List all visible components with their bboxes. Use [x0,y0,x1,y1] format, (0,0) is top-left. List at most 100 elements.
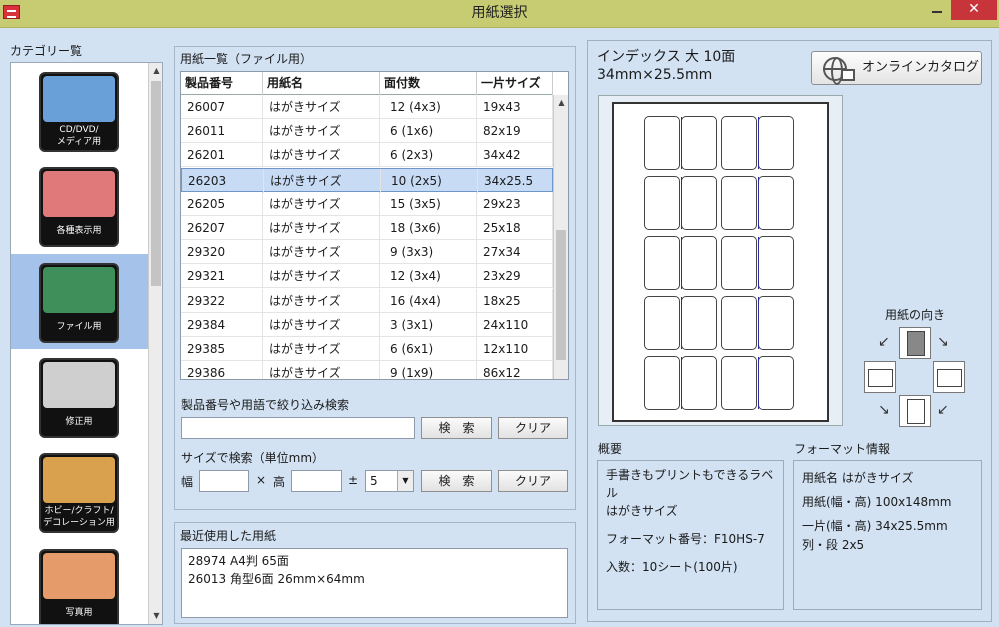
scroll-thumb[interactable] [151,81,161,286]
fold-line [758,177,759,229]
table-row[interactable]: 29386 はがきサイズ 9 (1x9) 86x12 [181,361,553,379]
category-thumbnail [43,76,115,122]
times-label: × [256,473,267,487]
table-row[interactable]: 29321 はがきサイズ 12 (3x4) 23x29 [181,264,553,289]
rotate-arrow-icon: ↙ [937,402,949,418]
label-cell [758,296,794,350]
table-cell: はがきサイズ [263,264,380,289]
orientation-portrait-button[interactable] [899,327,931,359]
fold-line [681,117,682,169]
column-header[interactable]: 一片サイズ [477,72,553,95]
page-icon [907,399,925,424]
category-label: ファイル用 [56,322,102,332]
plusminus-label: ± [348,473,359,487]
table-cell: 29321 [181,264,263,289]
filter-label: 製品番号や用語で絞り込み検索 [181,398,350,412]
category-label: 修正用 [65,417,93,427]
table-cell: 29322 [181,288,263,313]
table-row[interactable]: 26207 はがきサイズ 18 (3x6) 25x18 [181,216,553,240]
table-cell: 6 (6x1) [380,337,477,361]
category-label: CD/DVD/ メディア用 [56,125,102,147]
minimize-button[interactable] [924,0,950,22]
scroll-down-icon[interactable]: ▼ [149,608,162,624]
list-item[interactable]: 28974 A4判 65面 [188,552,561,570]
label-cell [644,176,680,230]
category-card: 写真用 [39,549,119,624]
category-thumbnail [43,362,115,408]
category-item[interactable]: ファイル用 [11,254,148,349]
table-cell: 27x34 [477,240,553,265]
fold-line [758,237,759,289]
category-thumbnail [43,553,115,599]
table-row[interactable]: 29385 はがきサイズ 6 (6x1) 12x110 [181,337,553,361]
table-cell: 9 (1x9) [380,361,477,379]
table-row[interactable]: 26011 はがきサイズ 6 (1x6) 82x19 [181,119,553,144]
orientation-left-button[interactable] [864,361,896,393]
category-label: 各種表示用 [56,226,102,236]
scroll-thumb[interactable] [556,230,566,360]
label-cell [721,116,757,170]
column-header[interactable]: 用紙名 [263,72,380,95]
recent-list: 28974 A4判 65面 26013 角型6面 26mm×64mm [181,548,568,618]
column-header[interactable]: 面付数 [380,72,477,95]
category-card: 修正用 [39,358,119,438]
category-item[interactable]: 各種表示用 [11,158,148,253]
fold-line [681,357,682,409]
table-scrollbar[interactable]: ▲ [553,95,568,379]
scroll-up-icon[interactable]: ▲ [554,95,568,111]
category-title: カテゴリー覧 [10,44,83,58]
table-cell: 26201 [181,143,263,168]
category-item[interactable]: 修正用 [11,349,148,444]
list-item[interactable]: 26013 角型6面 26mm×64mm [188,570,561,588]
size-search-button[interactable]: 検 索 [421,470,492,492]
table-row[interactable]: 26205 はがきサイズ 15 (3x5) 29x23 [181,191,553,216]
label-cell [721,176,757,230]
label-cell [758,356,794,410]
table-row[interactable]: 29322 はがきサイズ 16 (4x4) 18x25 [181,288,553,313]
table-row[interactable]: 26203 はがきサイズ 10 (2x5) 34x25.5 [181,167,554,193]
table-row[interactable]: 26201 はがきサイズ 6 (2x3) 34x42 [181,143,553,168]
orientation-upside-down-button[interactable] [899,395,931,427]
category-item[interactable]: ホビー/クラフト/ デコレーション用 [11,444,148,539]
tolerance-select[interactable]: 5 ▼ [365,470,414,492]
table-row[interactable]: 26007 はがきサイズ 12 (4x3) 19x43 [181,95,553,119]
orientation-right-button[interactable] [933,361,965,393]
close-button[interactable]: ✕ [951,0,997,20]
table-cell: 26007 [181,95,263,119]
width-label: 幅 [181,475,194,489]
category-item[interactable]: CD/DVD/ メディア用 [11,63,148,158]
filter-search-button[interactable]: 検 索 [421,417,492,439]
filter-input[interactable] [181,417,415,439]
filter-clear-button[interactable]: クリア [498,417,568,439]
category-label: 写真用 [65,608,93,618]
label-cell [681,236,717,290]
table-cell: 29x23 [477,191,553,216]
scroll-up-icon[interactable]: ▲ [149,63,162,79]
table-cell: はがきサイズ [263,312,380,337]
category-scrollbar[interactable]: ▲ ▼ [148,63,162,624]
label-cell [721,236,757,290]
chevron-down-icon[interactable]: ▼ [397,471,413,491]
table-cell: 34x25.5 [478,168,554,193]
online-catalog-button[interactable]: オンラインカタログ [811,51,982,85]
label-cell [644,356,680,410]
label-cell [758,116,794,170]
category-item[interactable]: 写真用 [11,540,148,624]
table-row[interactable]: 29320 はがきサイズ 9 (3x3) 27x34 [181,240,553,265]
preview-heading: インデックス 大 10面 34mm×25.5mm [597,49,736,83]
width-input[interactable] [199,470,249,492]
label-cell [758,176,794,230]
label-cell [758,236,794,290]
column-header[interactable]: 製品番号 [181,72,263,95]
format-info-title: フォーマット情報 [794,442,891,456]
page-icon [907,331,925,356]
table-row[interactable]: 29384 はがきサイズ 3 (3x1) 24x110 [181,312,553,337]
title-bar: 用紙選択 ✕ [0,0,999,28]
table-cell: はがきサイズ [263,119,380,144]
label-cell [681,116,717,170]
table-cell: 12 (3x4) [380,264,477,289]
rotate-arrow-icon: ↘ [937,334,949,350]
height-input[interactable] [291,470,342,492]
category-card: ファイル用 [39,263,119,343]
size-clear-button[interactable]: クリア [498,470,568,492]
